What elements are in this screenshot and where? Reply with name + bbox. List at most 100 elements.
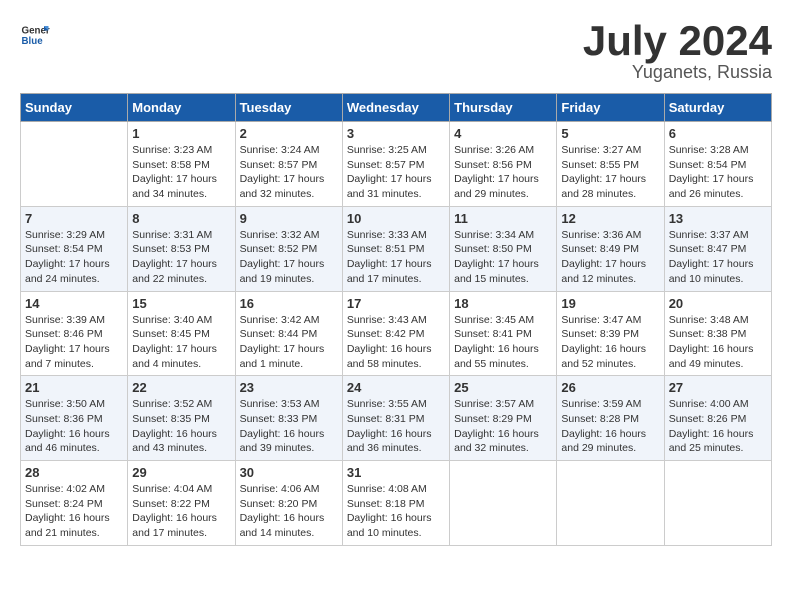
day-number: 18: [454, 296, 552, 311]
table-row: 23 Sunrise: 3:53 AMSunset: 8:33 PMDayligh…: [235, 376, 342, 461]
table-row: 2 Sunrise: 3:24 AMSunset: 8:57 PMDaylight…: [235, 122, 342, 207]
table-row: [664, 461, 771, 546]
day-detail: Sunrise: 3:53 AMSunset: 8:33 PMDaylight:…: [240, 397, 338, 456]
day-detail: Sunrise: 3:42 AMSunset: 8:44 PMDaylight:…: [240, 313, 338, 372]
table-row: 14 Sunrise: 3:39 AMSunset: 8:46 PMDayligh…: [21, 291, 128, 376]
table-row: 6 Sunrise: 3:28 AMSunset: 8:54 PMDaylight…: [664, 122, 771, 207]
day-number: 14: [25, 296, 123, 311]
day-number: 16: [240, 296, 338, 311]
day-number: 17: [347, 296, 445, 311]
location-subtitle: Yuganets, Russia: [583, 62, 772, 83]
header-friday: Friday: [557, 94, 664, 122]
day-detail: Sunrise: 4:08 AMSunset: 8:18 PMDaylight:…: [347, 482, 445, 541]
day-detail: Sunrise: 3:25 AMSunset: 8:57 PMDaylight:…: [347, 143, 445, 202]
calendar-week-row: 7 Sunrise: 3:29 AMSunset: 8:54 PMDaylight…: [21, 206, 772, 291]
day-detail: Sunrise: 3:52 AMSunset: 8:35 PMDaylight:…: [132, 397, 230, 456]
table-row: 7 Sunrise: 3:29 AMSunset: 8:54 PMDaylight…: [21, 206, 128, 291]
day-number: 3: [347, 126, 445, 141]
logo: General Blue: [20, 20, 50, 50]
day-number: 5: [561, 126, 659, 141]
table-row: [21, 122, 128, 207]
day-number: 27: [669, 380, 767, 395]
month-year-title: July 2024: [583, 20, 772, 62]
calendar-week-row: 14 Sunrise: 3:39 AMSunset: 8:46 PMDayligh…: [21, 291, 772, 376]
table-row: 4 Sunrise: 3:26 AMSunset: 8:56 PMDaylight…: [450, 122, 557, 207]
day-number: 23: [240, 380, 338, 395]
day-detail: Sunrise: 3:26 AMSunset: 8:56 PMDaylight:…: [454, 143, 552, 202]
day-number: 25: [454, 380, 552, 395]
day-detail: Sunrise: 4:04 AMSunset: 8:22 PMDaylight:…: [132, 482, 230, 541]
day-number: 30: [240, 465, 338, 480]
table-row: 20Sunrise: 3:48 AMSunset: 8:38 PMDayligh…: [664, 291, 771, 376]
day-detail: Sunrise: 3:37 AMSunset: 8:47 PMDaylight:…: [669, 228, 767, 287]
logo-icon: General Blue: [20, 20, 50, 50]
day-number: 24: [347, 380, 445, 395]
table-row: 1 Sunrise: 3:23 AMSunset: 8:58 PMDaylight…: [128, 122, 235, 207]
svg-text:Blue: Blue: [22, 36, 44, 47]
day-number: 4: [454, 126, 552, 141]
table-row: 18 Sunrise: 3:45 AMSunset: 8:41 PMDayligh…: [450, 291, 557, 376]
day-detail: Sunrise: 3:57 AMSunset: 8:29 PMDaylight:…: [454, 397, 552, 456]
day-number: 28: [25, 465, 123, 480]
day-detail: Sunrise: 3:29 AMSunset: 8:54 PMDaylight:…: [25, 228, 123, 287]
day-detail: Sunrise: 3:32 AMSunset: 8:52 PMDaylight:…: [240, 228, 338, 287]
day-number: 22: [132, 380, 230, 395]
header-thursday: Thursday: [450, 94, 557, 122]
day-number: 1: [132, 126, 230, 141]
table-row: [450, 461, 557, 546]
table-row: 19Sunrise: 3:47 AMSunset: 8:39 PMDayligh…: [557, 291, 664, 376]
table-row: 8 Sunrise: 3:31 AMSunset: 8:53 PMDaylight…: [128, 206, 235, 291]
day-number: 8: [132, 211, 230, 226]
day-number: 21: [25, 380, 123, 395]
calendar-header-row: Sunday Monday Tuesday Wednesday Thursday…: [21, 94, 772, 122]
day-detail: Sunrise: 3:39 AMSunset: 8:46 PMDaylight:…: [25, 313, 123, 372]
day-number: 15: [132, 296, 230, 311]
page-header: General Blue July 2024 Yuganets, Russia: [20, 20, 772, 83]
day-detail: Sunrise: 3:55 AMSunset: 8:31 PMDaylight:…: [347, 397, 445, 456]
day-detail: Sunrise: 3:45 AMSunset: 8:41 PMDaylight:…: [454, 313, 552, 372]
table-row: [557, 461, 664, 546]
day-number: 7: [25, 211, 123, 226]
day-detail: Sunrise: 3:36 AMSunset: 8:49 PMDaylight:…: [561, 228, 659, 287]
day-detail: Sunrise: 3:43 AMSunset: 8:42 PMDaylight:…: [347, 313, 445, 372]
header-saturday: Saturday: [664, 94, 771, 122]
table-row: 17 Sunrise: 3:43 AMSunset: 8:42 PMDayligh…: [342, 291, 449, 376]
day-detail: Sunrise: 3:47 AMSunset: 8:39 PMDaylight:…: [561, 313, 659, 372]
calendar-table: Sunday Monday Tuesday Wednesday Thursday…: [20, 93, 772, 546]
table-row: 21Sunrise: 3:50 AMSunset: 8:36 PMDayligh…: [21, 376, 128, 461]
table-row: 15Sunrise: 3:40 AMSunset: 8:45 PMDayligh…: [128, 291, 235, 376]
day-detail: Sunrise: 3:24 AMSunset: 8:57 PMDaylight:…: [240, 143, 338, 202]
title-block: July 2024 Yuganets, Russia: [583, 20, 772, 83]
table-row: 26Sunrise: 3:59 AMSunset: 8:28 PMDayligh…: [557, 376, 664, 461]
calendar-week-row: 21Sunrise: 3:50 AMSunset: 8:36 PMDayligh…: [21, 376, 772, 461]
table-row: 3 Sunrise: 3:25 AMSunset: 8:57 PMDaylight…: [342, 122, 449, 207]
day-number: 11: [454, 211, 552, 226]
day-number: 2: [240, 126, 338, 141]
header-sunday: Sunday: [21, 94, 128, 122]
table-row: 12 Sunrise: 3:36 AMSunset: 8:49 PMDayligh…: [557, 206, 664, 291]
table-row: 9Sunrise: 3:32 AMSunset: 8:52 PMDaylight…: [235, 206, 342, 291]
table-row: 29 Sunrise: 4:04 AMSunset: 8:22 PMDayligh…: [128, 461, 235, 546]
day-detail: Sunrise: 3:31 AMSunset: 8:53 PMDaylight:…: [132, 228, 230, 287]
table-row: 27Sunrise: 4:00 AMSunset: 8:26 PMDayligh…: [664, 376, 771, 461]
day-detail: Sunrise: 3:23 AMSunset: 8:58 PMDaylight:…: [132, 143, 230, 202]
day-number: 31: [347, 465, 445, 480]
day-number: 29: [132, 465, 230, 480]
day-detail: Sunrise: 4:02 AMSunset: 8:24 PMDaylight:…: [25, 482, 123, 541]
day-detail: Sunrise: 3:27 AMSunset: 8:55 PMDaylight:…: [561, 143, 659, 202]
calendar-week-row: 28 Sunrise: 4:02 AMSunset: 8:24 PMDayligh…: [21, 461, 772, 546]
day-number: 10: [347, 211, 445, 226]
day-detail: Sunrise: 3:59 AMSunset: 8:28 PMDaylight:…: [561, 397, 659, 456]
day-number: 12: [561, 211, 659, 226]
day-detail: Sunrise: 3:48 AMSunset: 8:38 PMDaylight:…: [669, 313, 767, 372]
table-row: 13Sunrise: 3:37 AMSunset: 8:47 PMDayligh…: [664, 206, 771, 291]
table-row: 11Sunrise: 3:34 AMSunset: 8:50 PMDayligh…: [450, 206, 557, 291]
table-row: 22 Sunrise: 3:52 AMSunset: 8:35 PMDayligh…: [128, 376, 235, 461]
table-row: 30Sunrise: 4:06 AMSunset: 8:20 PMDayligh…: [235, 461, 342, 546]
calendar-week-row: 1 Sunrise: 3:23 AMSunset: 8:58 PMDaylight…: [21, 122, 772, 207]
table-row: 25 Sunrise: 3:57 AMSunset: 8:29 PMDayligh…: [450, 376, 557, 461]
table-row: 10Sunrise: 3:33 AMSunset: 8:51 PMDayligh…: [342, 206, 449, 291]
day-detail: Sunrise: 3:28 AMSunset: 8:54 PMDaylight:…: [669, 143, 767, 202]
header-wednesday: Wednesday: [342, 94, 449, 122]
day-number: 6: [669, 126, 767, 141]
